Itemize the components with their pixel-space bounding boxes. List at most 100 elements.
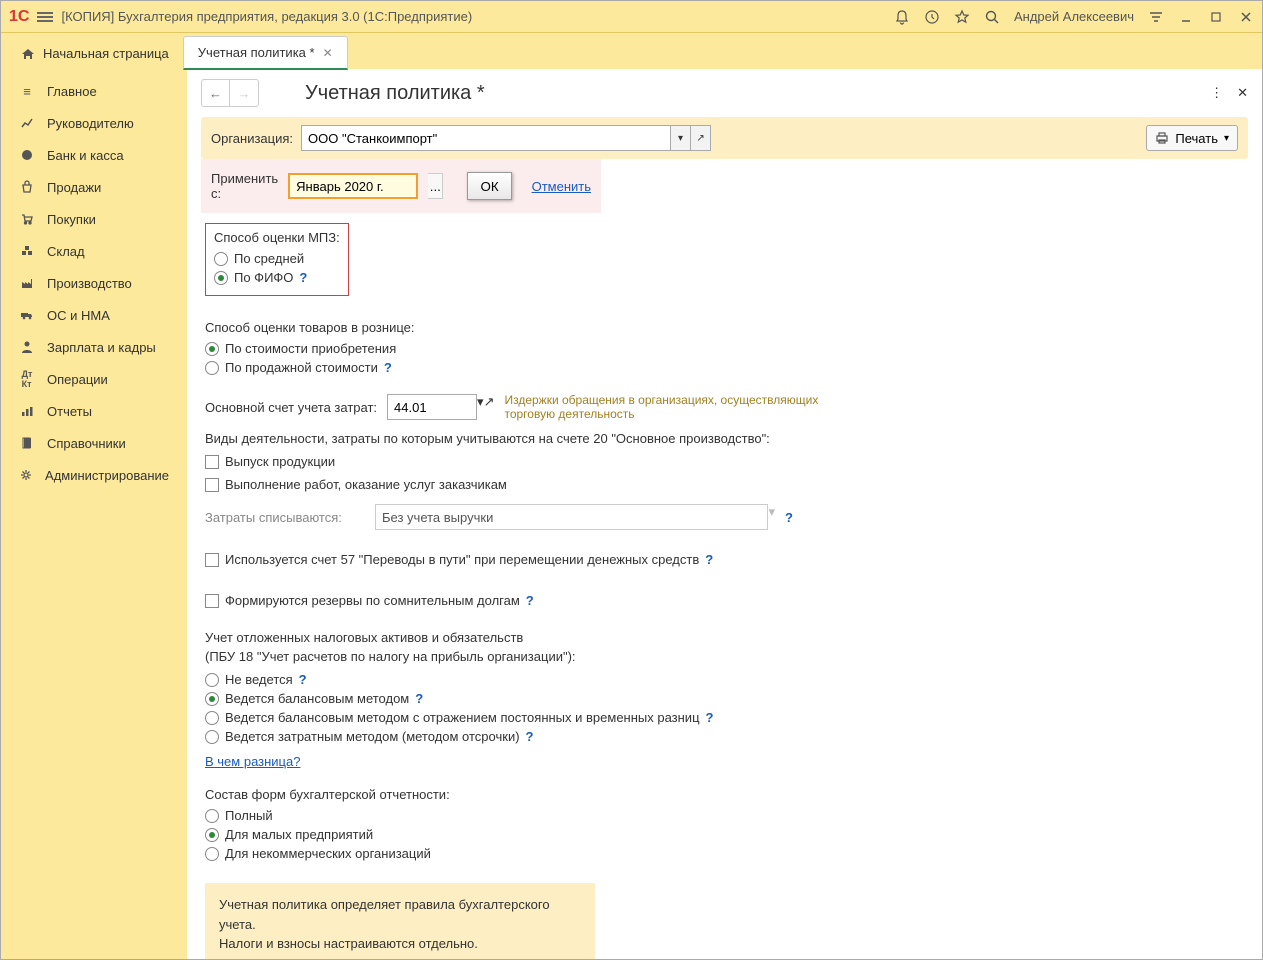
coin-icon	[19, 147, 35, 163]
search-icon[interactable]	[984, 9, 1000, 25]
retail-option-cost[interactable]: По стоимости приобретения	[205, 339, 1244, 358]
close-window-icon[interactable]	[1238, 9, 1254, 25]
deferred-option-none[interactable]: Не ведется ?	[205, 670, 1244, 689]
sidebar-item-main[interactable]: ≡Главное	[1, 75, 187, 107]
help-icon[interactable]: ?	[384, 360, 392, 375]
reporting-option-small[interactable]: Для малых предприятий	[205, 825, 1244, 844]
writeoff-label: Затраты списываются:	[205, 510, 365, 525]
menu-bars-icon: ≡	[19, 83, 35, 99]
truck-icon	[19, 307, 35, 323]
username[interactable]: Андрей Алексеевич	[1014, 9, 1134, 24]
reporting-option-full[interactable]: Полный	[205, 806, 1244, 825]
retail-title: Способ оценки товаров в рознице:	[205, 320, 1244, 335]
mpz-option-fifo[interactable]: По ФИФО ?	[214, 268, 340, 287]
forward-button[interactable]: →	[230, 80, 258, 106]
more-icon[interactable]: ⋮	[1210, 85, 1223, 101]
bell-icon[interactable]	[894, 9, 910, 25]
sidebar-item-catalogs[interactable]: Справочники	[1, 427, 187, 459]
sidebar-item-manager[interactable]: Руководителю	[1, 107, 187, 139]
back-button[interactable]: ←	[202, 80, 230, 106]
help-icon[interactable]: ?	[785, 510, 793, 525]
org-label: Организация:	[211, 131, 293, 146]
activity-production[interactable]: Выпуск продукции	[205, 450, 1244, 473]
reporting-option-nonprofit[interactable]: Для некоммерческих организаций	[205, 844, 1244, 863]
mpz-option-avg[interactable]: По средней	[214, 249, 340, 268]
main-menu-icon[interactable]	[37, 12, 53, 22]
org-input[interactable]	[301, 125, 671, 151]
help-icon[interactable]: ?	[526, 729, 534, 744]
page-title: Учетная политика *	[305, 82, 485, 105]
reserves-checkbox[interactable]: Формируются резервы по сомнительным долг…	[205, 589, 1244, 612]
writeoff-dropdown-icon: ▾	[768, 504, 775, 530]
footer-info: Учетная политика определяет правила бухг…	[205, 883, 595, 959]
retail-option-sale[interactable]: По продажной стоимости ?	[205, 358, 1244, 377]
sidebar-item-admin[interactable]: Администрирование	[1, 459, 187, 491]
date-picker-button[interactable]: ...	[428, 173, 443, 199]
difference-link[interactable]: В чем разница?	[205, 754, 300, 769]
help-icon[interactable]: ?	[526, 593, 534, 608]
deferred-title2: (ПБУ 18 "Учет расчетов по налогу на приб…	[205, 649, 1244, 664]
deferred-option-balance[interactable]: Ведется балансовым методом ?	[205, 689, 1244, 708]
history-icon[interactable]	[924, 9, 940, 25]
maximize-icon[interactable]	[1208, 9, 1224, 25]
sidebar: ≡Главное Руководителю Банк и касса Прода…	[1, 69, 187, 959]
apply-date-input[interactable]	[288, 173, 418, 199]
cost-label: Основной счет учета затрат:	[205, 400, 377, 415]
sidebar-item-reports[interactable]: Отчеты	[1, 395, 187, 427]
activities-title: Виды деятельности, затраты по которым уч…	[205, 431, 1244, 446]
print-button[interactable]: Печать ▾	[1146, 125, 1238, 151]
tab-home[interactable]: Начальная страница	[7, 38, 183, 69]
deferred-option-balance-diff[interactable]: Ведется балансовым методом с отражением …	[205, 708, 1244, 727]
chevron-down-icon: ▾	[1224, 133, 1229, 144]
dt-kt-icon: ДтКт	[19, 371, 35, 387]
help-icon[interactable]: ?	[299, 270, 307, 285]
sidebar-item-purchases[interactable]: Покупки	[1, 203, 187, 235]
deferred-title1: Учет отложенных налоговых активов и обяз…	[205, 630, 1244, 645]
minimize-icon[interactable]	[1178, 9, 1194, 25]
tab-current-label: Учетная политика *	[198, 45, 315, 60]
tab-close-icon[interactable]: ✕	[323, 46, 333, 60]
help-icon[interactable]: ?	[415, 691, 423, 706]
acc57-checkbox[interactable]: Используется счет 57 "Переводы в пути" п…	[205, 548, 1244, 571]
activity-services[interactable]: Выполнение работ, оказание услуг заказчи…	[205, 473, 1244, 496]
sidebar-item-production[interactable]: Производство	[1, 267, 187, 299]
bars-icon	[19, 403, 35, 419]
help-icon[interactable]: ?	[706, 710, 714, 725]
window-title: [КОПИЯ] Бухгалтерия предприятия, редакци…	[61, 9, 886, 24]
sidebar-item-sales[interactable]: Продажи	[1, 171, 187, 203]
app-logo: 1C	[9, 8, 29, 26]
book-icon	[19, 435, 35, 451]
help-icon[interactable]: ?	[705, 552, 713, 567]
chart-up-icon	[19, 115, 35, 131]
writeoff-select	[375, 504, 768, 530]
factory-icon	[19, 275, 35, 291]
close-page-icon[interactable]: ✕	[1237, 85, 1248, 101]
star-icon[interactable]	[954, 9, 970, 25]
org-dropdown-icon[interactable]: ▾	[671, 125, 691, 151]
person-icon	[19, 339, 35, 355]
ok-button[interactable]: ОК	[467, 172, 511, 200]
mpz-title: Способ оценки МПЗ:	[214, 230, 340, 245]
sidebar-item-salary[interactable]: Зарплата и кадры	[1, 331, 187, 363]
help-icon[interactable]: ?	[299, 672, 307, 687]
bag-icon	[19, 179, 35, 195]
tab-accounting-policy[interactable]: Учетная политика * ✕	[183, 36, 348, 70]
tab-home-label: Начальная страница	[43, 46, 169, 61]
apply-label: Применить с:	[211, 171, 278, 201]
cost-open-icon[interactable]: ↗	[484, 394, 495, 420]
cost-hint: Издержки обращения в организациях, осуще…	[504, 393, 854, 421]
sidebar-item-warehouse[interactable]: Склад	[1, 235, 187, 267]
boxes-icon	[19, 243, 35, 259]
sidebar-item-operations[interactable]: ДтКтОперации	[1, 363, 187, 395]
settings-lines-icon[interactable]	[1148, 9, 1164, 25]
gear-icon	[19, 467, 33, 483]
reporting-title: Состав форм бухгалтерской отчетности:	[205, 787, 1244, 802]
sidebar-item-bank[interactable]: Банк и касса	[1, 139, 187, 171]
org-open-icon[interactable]: ↗	[691, 125, 711, 151]
printer-icon	[1155, 131, 1169, 145]
sidebar-item-assets[interactable]: ОС и НМА	[1, 299, 187, 331]
home-icon	[21, 47, 35, 61]
cancel-link[interactable]: Отменить	[532, 179, 591, 194]
cost-account-input[interactable]	[387, 394, 477, 420]
deferred-option-cost[interactable]: Ведется затратным методом (методом отсро…	[205, 727, 1244, 746]
